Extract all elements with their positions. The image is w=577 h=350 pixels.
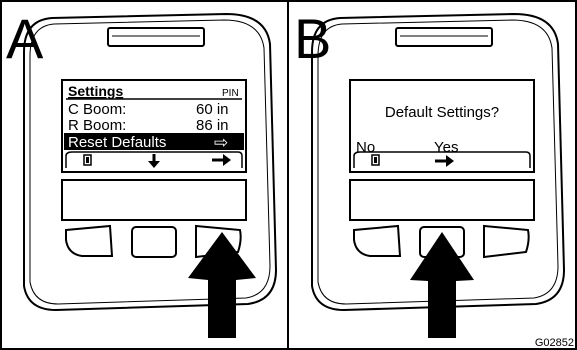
top-display-bar [395,27,493,47]
exit-icon [83,154,92,166]
screen-header-title: Settings [68,83,123,99]
selected-row-label: Reset Defaults [68,134,166,151]
top-display-bar [107,27,205,47]
figure-id: G02852 [535,337,574,349]
dialog-prompt: Default Settings? [385,104,499,121]
panel-letter: B [294,7,331,70]
row-label: R Boom: [68,117,126,134]
selected-row-arrow-icon: ⇨ [214,133,228,152]
panel-a: Settings PIN C Boom: 60 in R Boom: 86 in… [6,7,278,338]
panel-b: Default Settings? No Yes B G02852 [294,7,574,349]
panel-letter: A [6,7,44,70]
left-button[interactable] [65,224,114,257]
screen-header-tag: PIN [222,88,239,99]
option-no: No [356,139,375,156]
lower-display-panel [61,179,247,221]
row-value: 86 in [196,117,229,134]
left-button[interactable] [353,224,402,257]
row-label: C Boom: [68,101,126,118]
center-button[interactable] [131,226,177,258]
lower-display-panel [349,179,535,221]
exit-icon [371,154,380,166]
right-button[interactable] [483,224,530,259]
instruction-illustration: Settings PIN C Boom: 60 in R Boom: 86 in… [0,0,577,350]
row-value: 60 in [196,101,229,118]
option-yes: Yes [434,139,458,156]
